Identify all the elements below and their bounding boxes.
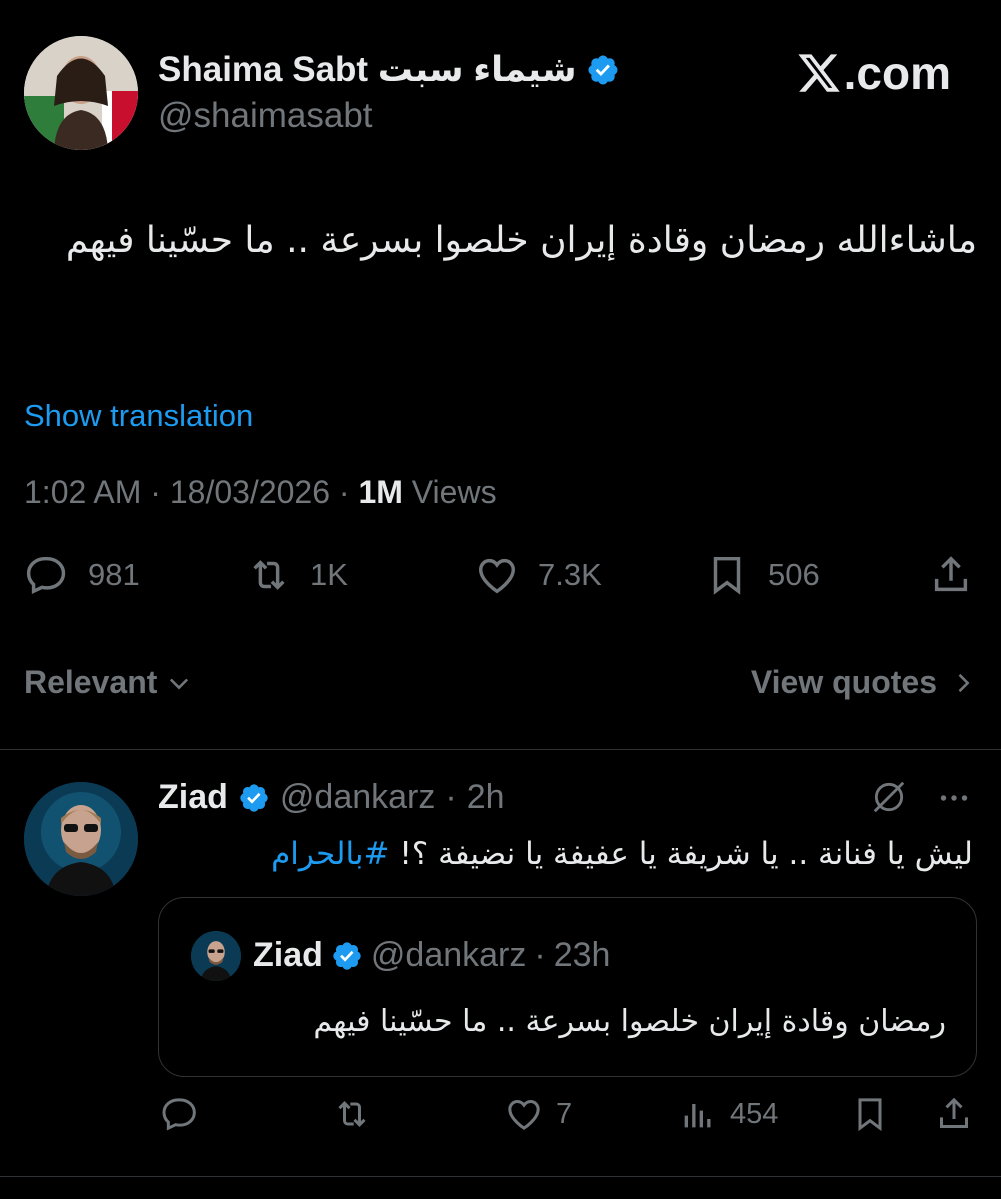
tweet-time[interactable]: 1:02 AM [24, 474, 141, 510]
quoted-tweet[interactable]: Ziad @dankarz · 23h رمضان وقادة إيران خل… [158, 897, 977, 1077]
tweet-text: ماشاءالله رمضان وقادة إيران خلصوا بسرعة … [65, 220, 977, 261]
views-count: 1M [358, 474, 403, 510]
replies-sort-bar: Relevant View quotes [24, 664, 977, 714]
reply-author-name[interactable]: Ziad [158, 778, 228, 817]
reply-icon [26, 556, 66, 595]
reply-header: Ziad @dankarz · 2h [158, 778, 505, 817]
reply-text: ليش يا فنانة .. يا شريفة يا عفيفة يا نضي… [158, 830, 973, 878]
reply-share-button[interactable] [934, 1094, 974, 1134]
tweet-header: Shaima Sabt شيماء سبت @shaimasabt .com [24, 36, 977, 152]
reply-reply-button[interactable] [160, 1094, 200, 1134]
author-name-text[interactable]: Shaima Sabt شيماء سبت [158, 50, 576, 90]
repost-icon [338, 1101, 366, 1127]
author-avatar[interactable] [24, 36, 138, 150]
repost-button[interactable]: 1K [246, 552, 348, 598]
reply-repost-button[interactable] [332, 1094, 372, 1134]
reply-icon [162, 1098, 196, 1131]
reply-tweet[interactable]: Ziad @dankarz · 2h ليش يا فنانة .. يا شر… [0, 750, 1001, 1176]
reply-views-count: 454 [730, 1097, 779, 1130]
quote-author-name: Ziad [253, 936, 323, 974]
share-button[interactable] [928, 552, 974, 598]
bookmark-button[interactable]: 506 [704, 552, 820, 598]
chevron-down-icon [170, 678, 189, 689]
quote-text: رمضان وقادة إيران خلصوا بسرعة .. ما حسّي… [313, 1004, 946, 1039]
divider [0, 1176, 1001, 1177]
view-quotes-label: View quotes [750, 664, 937, 700]
reply-bookmark-button[interactable] [850, 1094, 890, 1134]
author-name-block: Shaima Sabt شيماء سبت @shaimasabt [158, 50, 620, 136]
site-label-text: .com [843, 47, 951, 99]
tweet-meta: 1:02 AM · 18/03/2026 · 1M Views [24, 474, 497, 511]
reply-button[interactable]: 981 [24, 552, 140, 598]
show-translation-link[interactable]: Show translation [24, 398, 253, 434]
hashtag-link[interactable]: #بالحرام [271, 836, 389, 872]
like-button[interactable]: 7.3K [474, 552, 602, 598]
author-handle[interactable]: @shaimasabt [158, 96, 620, 136]
bookmark-icon [858, 1098, 882, 1132]
quote-header: Ziad @dankarz · 23h [253, 936, 610, 975]
repost-icon [253, 560, 285, 590]
meta-separator: · [445, 778, 457, 816]
like-icon [478, 558, 516, 594]
views-label: Views [411, 474, 497, 510]
repost-count: 1K [310, 557, 348, 592]
verified-badge-icon [588, 55, 619, 85]
share-icon [940, 1097, 968, 1128]
meta-separator: · [150, 474, 161, 510]
reply-count: 981 [88, 557, 140, 592]
reply-like-count: 7 [556, 1097, 573, 1130]
quote-time: 23h [553, 936, 611, 974]
reply-views-button[interactable]: 454 [678, 1094, 778, 1134]
reply-like-button[interactable]: 7 [504, 1094, 572, 1134]
chevron-right-icon [958, 673, 970, 692]
view-quotes-link[interactable]: View quotes [751, 664, 977, 701]
reply-time[interactable]: 2h [467, 778, 505, 817]
tweet-action-bar: 981 1K 7.3K 506 [24, 552, 977, 616]
reply-author-handle[interactable]: @dankarz [280, 778, 435, 817]
quote-author-handle: @dankarz [370, 936, 527, 974]
more-icon[interactable] [934, 780, 974, 816]
tweet-date[interactable]: 18/03/2026 [170, 474, 330, 510]
grok-icon[interactable] [870, 778, 908, 816]
sort-relevant-label: Relevant [24, 664, 158, 700]
share-icon [934, 556, 968, 592]
quote-avatar [191, 931, 241, 981]
views-icon [684, 1104, 711, 1128]
reply-action-bar: 7 454 [158, 1094, 977, 1146]
author-display-name[interactable]: Shaima Sabt شيماء سبت [158, 50, 620, 90]
verified-badge-icon [333, 941, 361, 970]
meta-separator: · [534, 936, 546, 974]
like-count: 7.3K [538, 557, 602, 592]
site-label: .com [796, 46, 951, 100]
verified-badge-icon [240, 783, 268, 812]
like-icon [508, 1099, 540, 1130]
bookmark-count: 506 [768, 557, 820, 592]
x-logo-icon [798, 54, 840, 92]
bookmark-icon [713, 556, 741, 595]
reply-avatar[interactable] [24, 782, 138, 896]
meta-separator: · [338, 474, 350, 510]
sort-relevant-dropdown[interactable]: Relevant [24, 664, 193, 701]
reply-body-text: ليش يا فنانة .. يا شريفة يا عفيفة يا نضي… [389, 836, 973, 872]
